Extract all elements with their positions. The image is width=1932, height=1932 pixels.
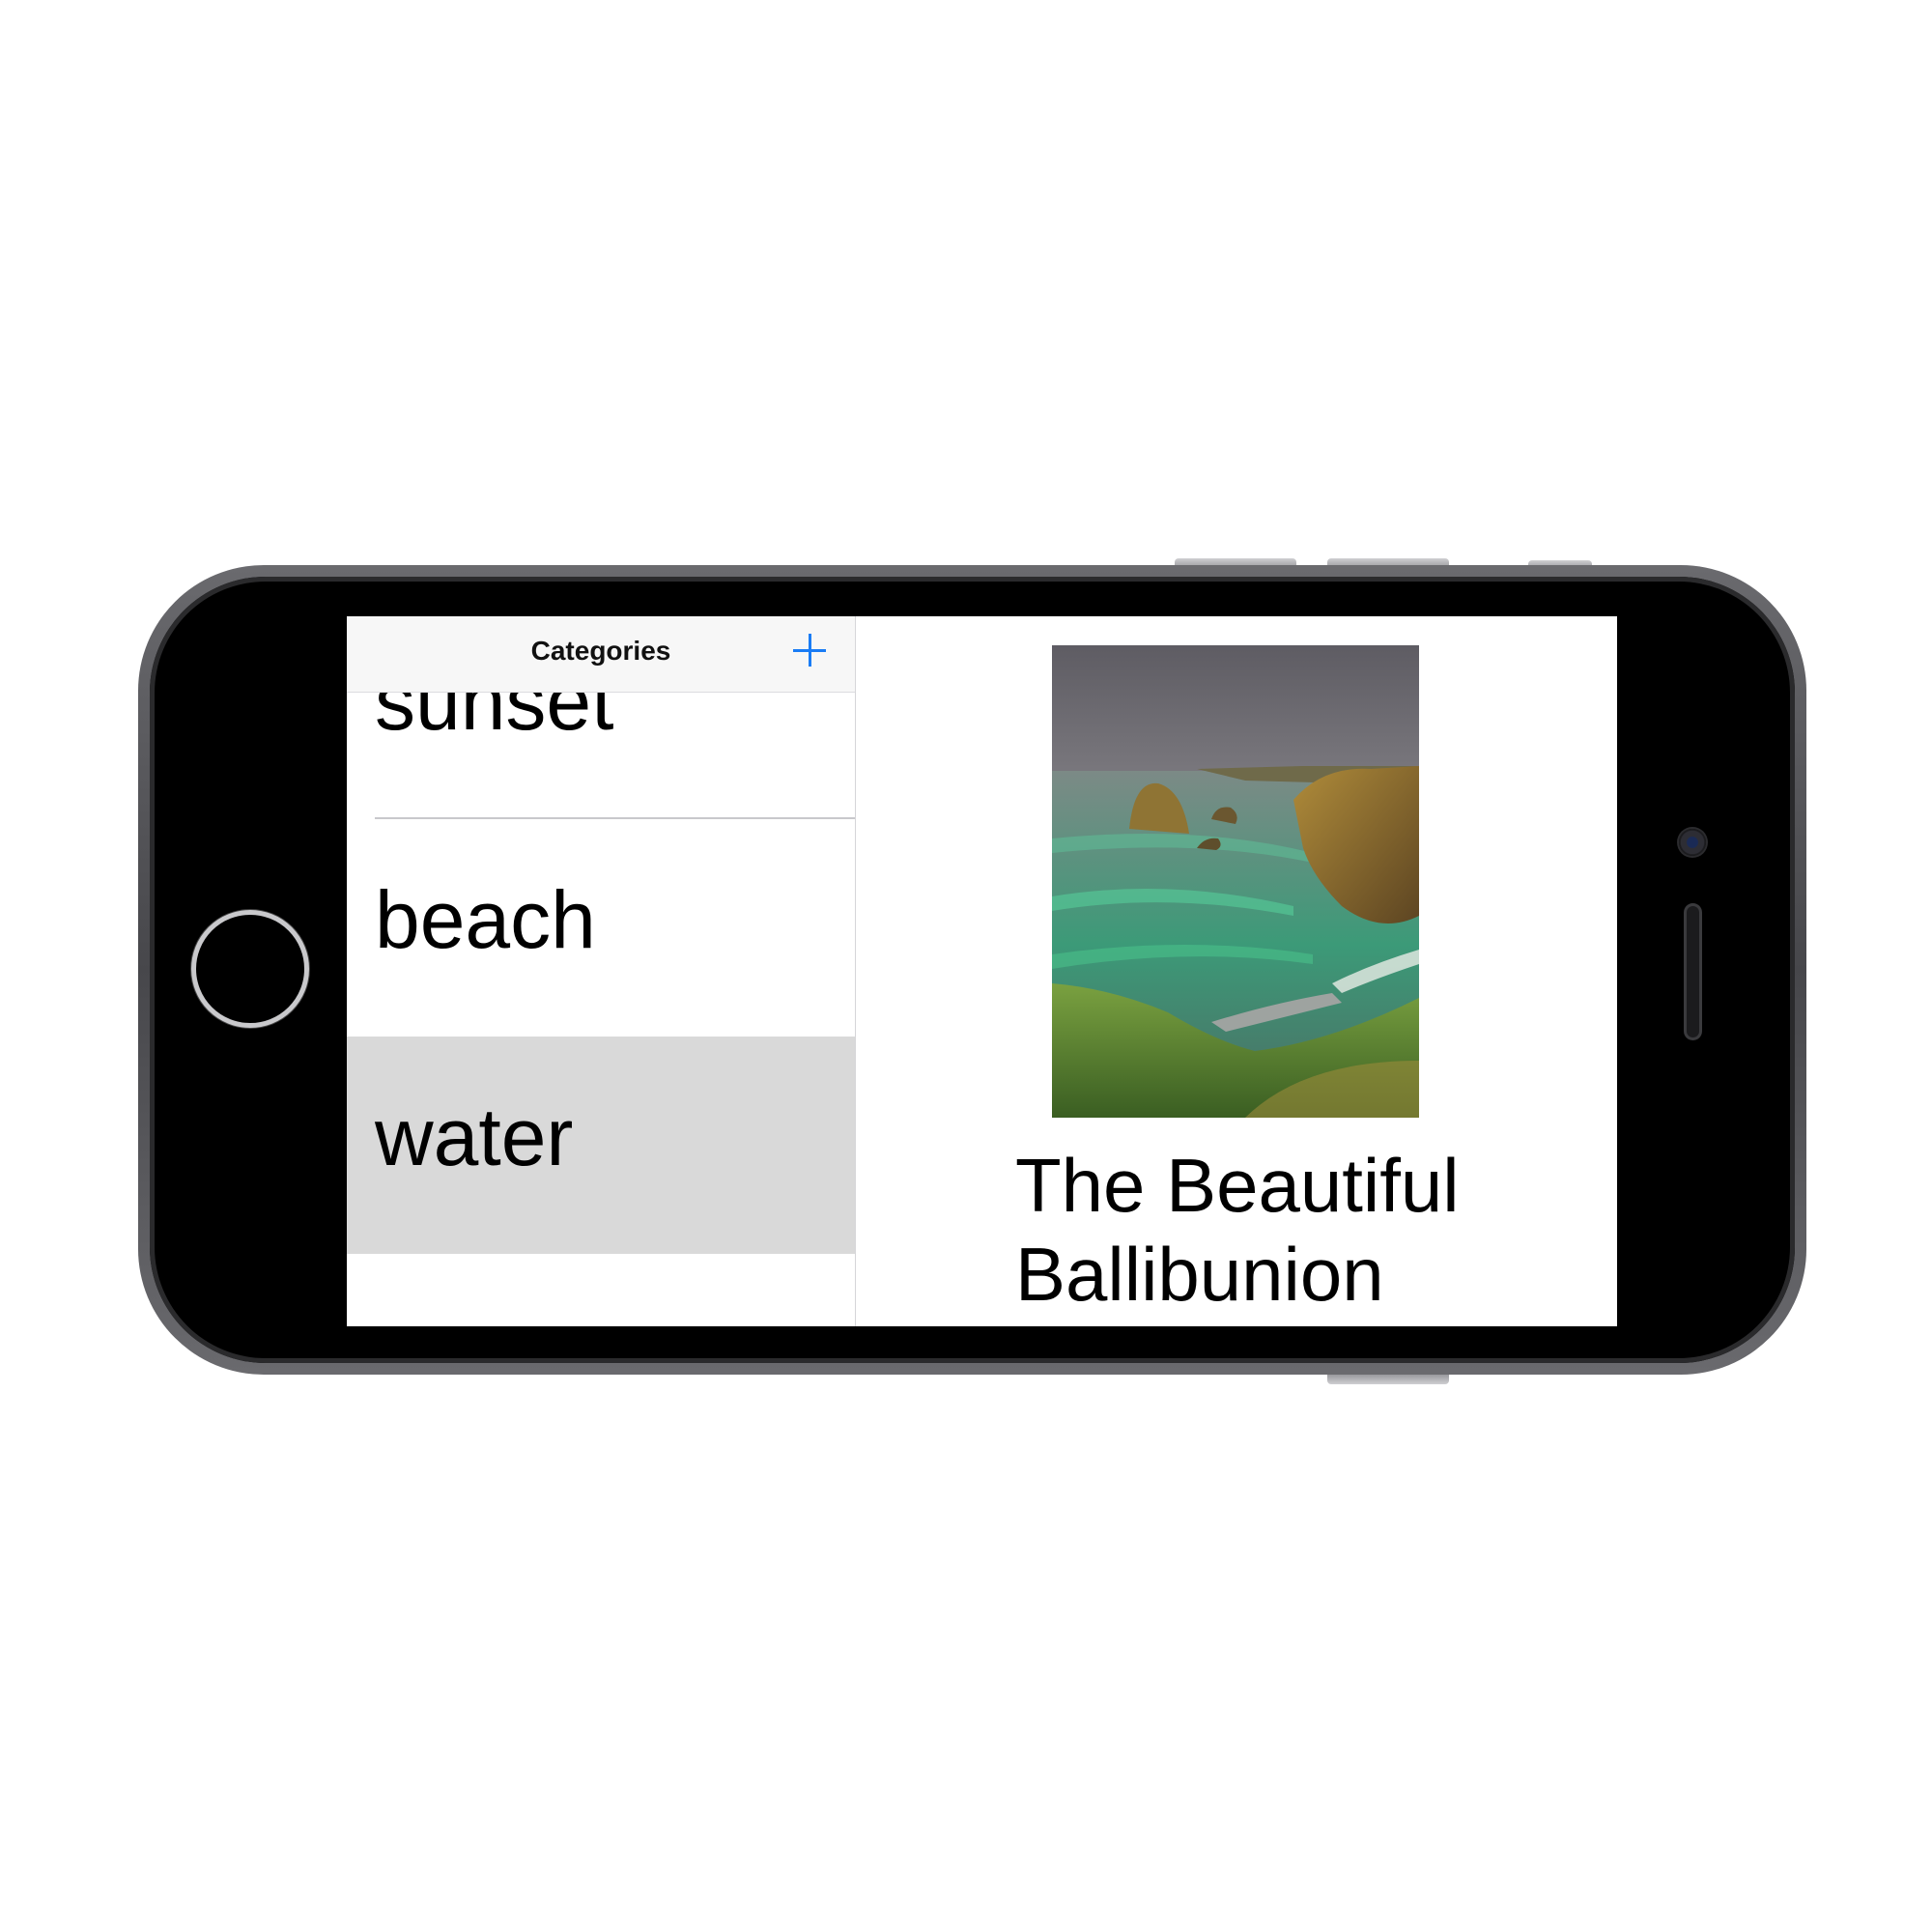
home-button[interactable] <box>191 910 309 1028</box>
earpiece-speaker <box>1687 906 1699 1037</box>
list-item-water[interactable]: water <box>347 1037 855 1254</box>
device-mockup: sunset beach water Categories The Beauti… <box>0 0 1932 1932</box>
caption-line-2: Ballibunion <box>1015 1232 1384 1317</box>
front-camera <box>1679 829 1706 856</box>
landscape-photo <box>1052 645 1419 1118</box>
list-item-label: water <box>375 1092 574 1182</box>
plus-icon[interactable] <box>791 632 830 670</box>
categories-sidebar: sunset beach water Categories <box>347 616 856 1326</box>
photo-caption: The Beautiful Ballibunion <box>1015 1141 1595 1319</box>
caption-line-1: The Beautiful <box>1015 1143 1460 1228</box>
list-item-label: beach <box>375 874 596 965</box>
detail-pane: The Beautiful Ballibunion <box>856 616 1617 1326</box>
coastal-photo-image <box>1052 645 1419 1118</box>
screen: sunset beach water Categories The Beauti… <box>347 616 1617 1326</box>
nav-title: Categories <box>530 636 671 666</box>
list-item-beach[interactable]: beach <box>347 819 855 1037</box>
navigation-bar: Categories <box>347 616 855 693</box>
